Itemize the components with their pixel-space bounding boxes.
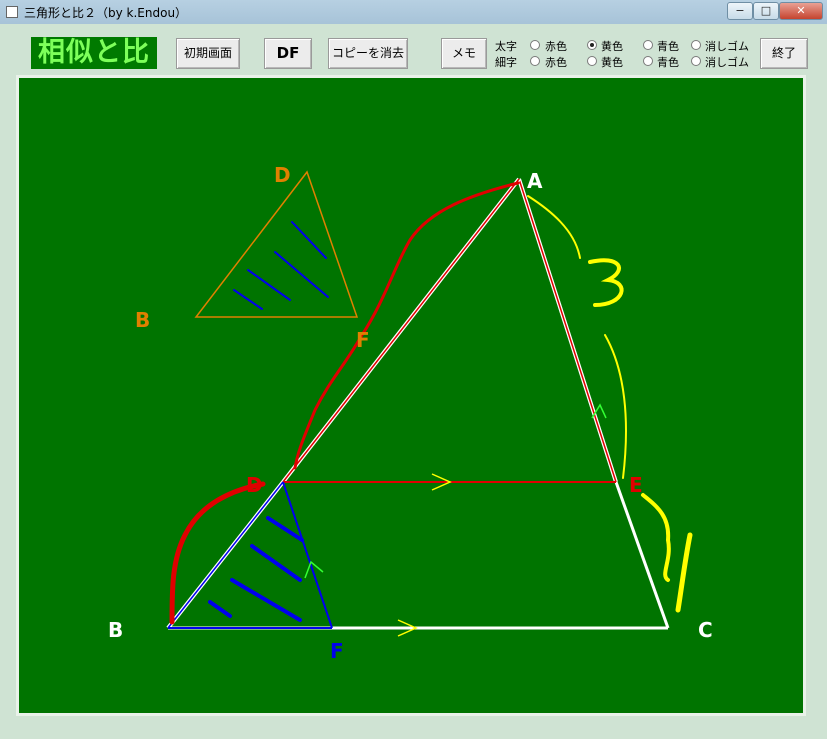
thin-blue-label: 青色 bbox=[657, 56, 679, 69]
thin-red-radio[interactable] bbox=[530, 56, 540, 66]
bold-yellow-label: 黄色 bbox=[601, 40, 623, 53]
small-hatch bbox=[208, 516, 304, 622]
app-title: 相似と比 bbox=[31, 37, 157, 69]
bold-yellow-radio[interactable] bbox=[587, 40, 597, 50]
reset-button[interactable]: 初期画面 bbox=[176, 38, 240, 69]
handwritten-number-3 bbox=[588, 258, 624, 307]
toolbar: 相似と比 初期画面 DF コピーを消去 メモ 終了 太字 赤色 黄色 青色 消し… bbox=[0, 24, 827, 76]
copy-hatch bbox=[233, 221, 329, 310]
label-e: E bbox=[629, 473, 643, 497]
label-f: F bbox=[330, 639, 344, 663]
thin-yellow-radio[interactable] bbox=[587, 56, 597, 66]
board-canvas[interactable]: A B C D E F D B F bbox=[19, 78, 803, 713]
drawing-board[interactable]: A B C D E F D B F bbox=[16, 75, 806, 716]
label-a: A bbox=[527, 169, 543, 193]
df-button[interactable]: DF bbox=[264, 38, 312, 69]
minimize-button[interactable]: − bbox=[727, 2, 753, 20]
segment-df bbox=[282, 481, 333, 629]
memo-button[interactable]: メモ bbox=[441, 38, 487, 69]
thin-eraser-label: 消しゴム bbox=[705, 56, 749, 69]
bold-red-radio[interactable] bbox=[530, 40, 540, 50]
close-button[interactable]: ✕ bbox=[779, 2, 823, 20]
exit-button[interactable]: 終了 bbox=[760, 38, 808, 69]
clear-copy-button[interactable]: コピーを消去 bbox=[328, 38, 408, 69]
side-ec bbox=[614, 481, 670, 629]
side-ae-red bbox=[518, 178, 617, 483]
title-bar: 三角形と比２（by k.Endou） − □ ✕ bbox=[0, 0, 827, 25]
label-c: C bbox=[698, 618, 713, 642]
app-window: 三角形と比２（by k.Endou） − □ ✕ 相似と比 初期画面 DF コピ… bbox=[0, 0, 827, 739]
copy-triangle bbox=[194, 170, 359, 318]
label-copy-d: D bbox=[274, 163, 291, 187]
label-d: D bbox=[246, 473, 263, 497]
bold-blue-radio[interactable] bbox=[643, 40, 653, 50]
bold-red-label: 赤色 bbox=[545, 40, 567, 53]
red-arc-db bbox=[169, 481, 266, 625]
thin-blue-radio[interactable] bbox=[643, 56, 653, 66]
handwritten-number-1 bbox=[675, 532, 693, 613]
bold-row-label: 太字 bbox=[495, 40, 517, 53]
label-b: B bbox=[108, 618, 123, 642]
label-copy-b: B bbox=[135, 308, 150, 332]
bold-eraser-radio[interactable] bbox=[691, 40, 701, 50]
thin-red-label: 赤色 bbox=[545, 56, 567, 69]
side-ad-red bbox=[282, 178, 520, 483]
label-copy-f: F bbox=[356, 328, 370, 352]
maximize-button[interactable]: □ bbox=[753, 2, 779, 20]
thin-yellow-label: 黄色 bbox=[601, 56, 623, 69]
thin-eraser-radio[interactable] bbox=[691, 56, 701, 66]
thin-row-label: 細字 bbox=[495, 56, 517, 69]
bold-eraser-label: 消しゴム bbox=[705, 40, 749, 53]
window-title: 三角形と比２（by k.Endou） bbox=[24, 6, 188, 20]
bold-blue-label: 青色 bbox=[657, 40, 679, 53]
app-icon bbox=[6, 6, 18, 18]
